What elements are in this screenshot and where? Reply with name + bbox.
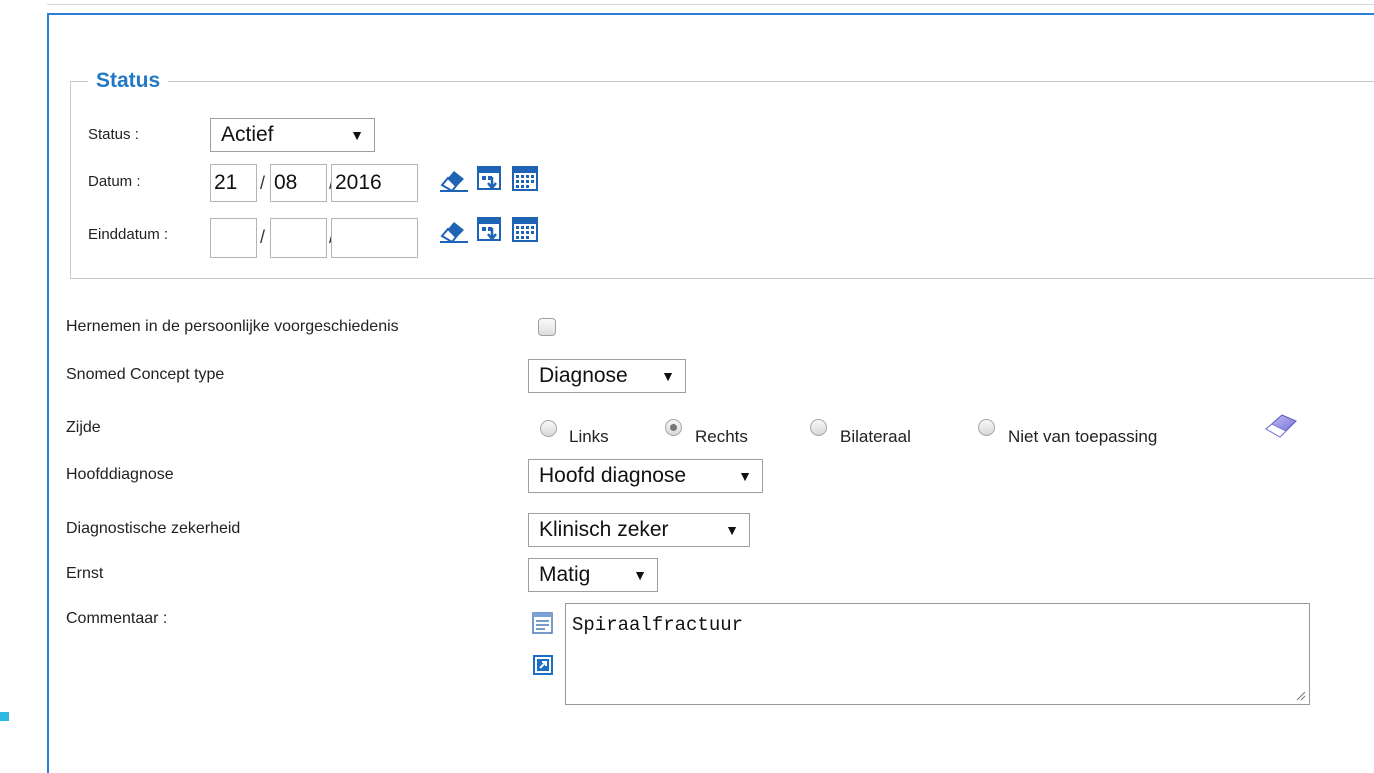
status-label: Status : (88, 126, 139, 143)
zijde-radio-bilateraal[interactable] (810, 419, 827, 436)
date-separator: / (260, 173, 266, 193)
chevron-down-icon: ▼ (661, 368, 675, 384)
expand-icon[interactable] (531, 653, 555, 677)
eraser-icon[interactable] (438, 216, 472, 244)
zijde-option-label: Rechts (695, 427, 748, 446)
zijde-radio-niet-van-toepassing[interactable] (978, 419, 995, 436)
zijde-radio-links[interactable] (540, 420, 557, 437)
calendar-icon[interactable] (510, 163, 540, 193)
chevron-down-icon: ▼ (725, 522, 739, 538)
chevron-down-icon: ▼ (738, 468, 752, 484)
chevron-down-icon: ▼ (350, 127, 364, 143)
zijde-option-label: Bilateraal (840, 427, 911, 446)
ernst-select-value: Matig (539, 563, 591, 586)
calendar-icon[interactable] (510, 214, 540, 244)
sidebar-indicator (0, 712, 9, 721)
einddatum-day-input[interactable] (210, 218, 257, 258)
zekerheid-select[interactable]: Klinisch zeker ▼ (528, 513, 750, 547)
date-picker-icon[interactable] (475, 214, 505, 244)
eraser-icon[interactable] (1262, 411, 1298, 439)
datum-year-input[interactable]: 2016 (331, 164, 418, 202)
snomed-select-value: Diagnose (539, 364, 628, 387)
left-gutter (0, 0, 47, 763)
snomed-select[interactable]: Diagnose ▼ (528, 359, 686, 393)
status-legend: Status (88, 67, 169, 95)
datum-date-input: 21 / 08 / 2016 (210, 164, 420, 202)
commentaar-text: Spiraalfractuur (572, 614, 744, 636)
zijde-option-label: Niet van toepassing (1008, 427, 1158, 446)
einddatum-month-input[interactable] (270, 218, 327, 258)
hoofddiagnose-select-value: Hoofd diagnose (539, 464, 687, 487)
resize-handle-icon[interactable] (1294, 689, 1306, 701)
date-picker-icon[interactable] (475, 163, 505, 193)
datum-label: Datum : (88, 173, 141, 190)
text-template-icon[interactable] (531, 611, 555, 635)
hoofddiagnose-select[interactable]: Hoofd diagnose ▼ (528, 459, 763, 493)
einddatum-label: Einddatum : (88, 226, 169, 243)
eraser-icon[interactable] (438, 165, 472, 193)
zijde-label: Zijde (66, 419, 101, 436)
chevron-down-icon: ▼ (633, 567, 647, 583)
date-separator: / (260, 227, 266, 247)
status-select-value: Actief (221, 123, 274, 146)
hoofddiagnose-label: Hoofddiagnose (66, 466, 174, 483)
snomed-label: Snomed Concept type (66, 366, 225, 383)
commentaar-label: Commentaar : (66, 610, 168, 627)
commentaar-textarea[interactable]: Spiraalfractuur (565, 603, 1310, 705)
top-divider (0, 4, 1374, 5)
ernst-select[interactable]: Matig ▼ (528, 558, 658, 592)
zijde-option-label: Links (569, 427, 609, 446)
datum-month-input[interactable]: 08 (270, 164, 327, 202)
hernemen-checkbox[interactable] (538, 318, 556, 336)
zijde-radio-rechts[interactable] (665, 419, 682, 436)
zekerheid-select-value: Klinisch zeker (539, 518, 669, 541)
zekerheid-label: Diagnostische zekerheid (66, 520, 241, 537)
datum-day-input[interactable]: 21 (210, 164, 257, 202)
einddatum-date-input: / / (210, 218, 420, 258)
status-select[interactable]: Actief ▼ (210, 118, 375, 152)
ernst-label: Ernst (66, 565, 104, 582)
einddatum-year-input[interactable] (331, 218, 418, 258)
hernemen-label: Hernemen in de persoonlijke voorgeschied… (66, 318, 399, 335)
